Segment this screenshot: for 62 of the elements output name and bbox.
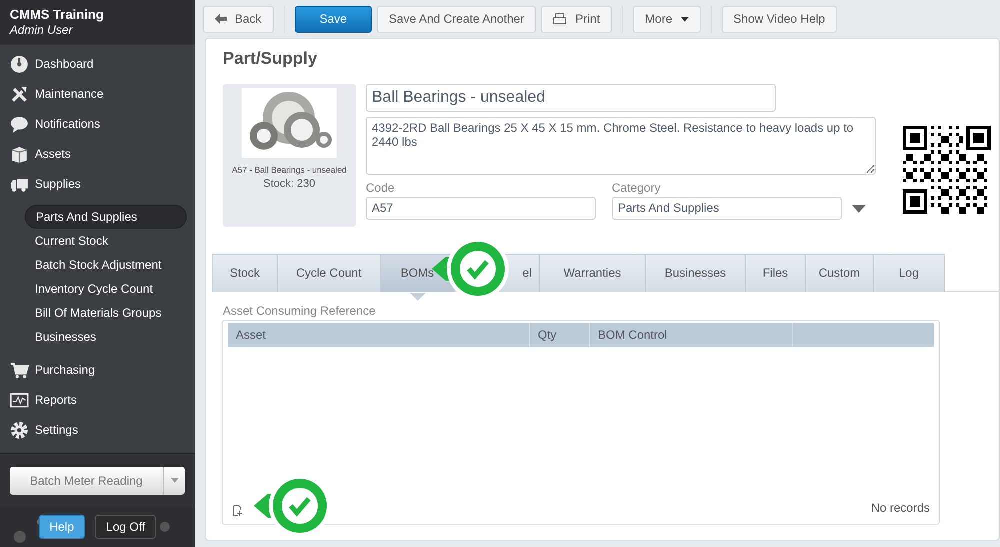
sidebar-item[interactable]: Maintenance — [0, 79, 195, 109]
user-name: Admin User — [10, 23, 74, 38]
split-button[interactable]: Batch Meter Reading — [10, 466, 185, 494]
add-document-icon — [232, 504, 244, 516]
sidebar-item[interactable]: Assets — [0, 139, 195, 169]
empty-message: No records — [871, 500, 930, 516]
caret-icon — [170, 478, 178, 483]
category-field[interactable]: Parts And Supplies — [612, 196, 842, 220]
cart-icon — [10, 360, 29, 380]
tab[interactable]: Cycle Count — [278, 254, 381, 292]
dropdown-button[interactable] — [852, 204, 866, 212]
box-icon — [10, 144, 29, 164]
save-button[interactable]: Save — [294, 6, 372, 32]
code-field[interactable]: A57 — [366, 196, 596, 220]
sidebar-subitem[interactable]: Current Stock — [25, 229, 187, 253]
stock-count: Stock: 230 — [264, 177, 316, 192]
speech-bubble-icon — [10, 114, 29, 134]
sidebar-subitem[interactable]: Inventory Cycle Count — [25, 277, 187, 301]
image-caption: A57 - Ball Bearings - unsealed — [232, 164, 347, 176]
page-title: Part/Supply — [223, 48, 318, 70]
tab[interactable]: Custom — [806, 254, 874, 292]
name-field[interactable]: Ball Bearings - unsealed — [366, 84, 776, 112]
gauge-icon — [10, 54, 29, 74]
tab[interactable]: Files — [746, 254, 806, 292]
column-header[interactable]: BOM Control — [590, 322, 793, 346]
column-header[interactable]: Qty — [530, 322, 590, 346]
more-button[interactable]: More — [633, 6, 701, 32]
tab[interactable]: Stock — [212, 254, 278, 292]
printer-icon — [553, 13, 568, 25]
caret-icon — [680, 16, 689, 22]
toolbar-button[interactable]: Show Video Help — [722, 6, 838, 32]
field-label: Category — [612, 180, 662, 196]
caret-icon — [852, 204, 866, 212]
sidebar-item[interactable]: Settings — [0, 415, 195, 445]
section-title: Asset Consuming Reference — [223, 302, 377, 320]
sidebar-item[interactable]: Dashboard — [0, 49, 195, 79]
sidebar-item[interactable]: Supplies — [0, 169, 195, 199]
sidebar-subitem[interactable]: Bill Of Materials Groups — [25, 301, 187, 325]
tab[interactable]: Businesses — [646, 254, 746, 292]
tab-pointer-icon — [410, 292, 426, 300]
column-header[interactable]: Asset — [228, 322, 530, 346]
sidebar-subitem[interactable]: Parts And Supplies — [25, 205, 187, 229]
chart-icon — [10, 390, 29, 410]
field-label: Code — [366, 180, 396, 196]
back-arrow-icon — [215, 14, 227, 24]
back-button[interactable]: Back — [203, 6, 274, 32]
add-record-button[interactable] — [232, 504, 244, 516]
sidebar-subitem[interactable]: Batch Stock Adjustment — [25, 253, 187, 277]
description-field[interactable]: 4392-2RD Ball Bearings 25 X 45 X 15 mm. Chrome Steel. Resistance to heavy loads up to 2440 lbs — [366, 116, 876, 174]
print-button[interactable]: Print — [541, 6, 612, 32]
sidebar-item[interactable]: Reports — [0, 385, 195, 415]
qr-code-icon — [903, 126, 991, 214]
sidebar-item[interactable]: Purchasing — [0, 355, 195, 385]
app-title: CMMS Training — [10, 7, 105, 23]
tab[interactable]: Log — [874, 254, 945, 292]
sidebar-item[interactable]: Notifications — [0, 109, 195, 139]
tab[interactable]: Warranties — [540, 254, 646, 292]
log-off-button[interactable]: Log Off — [95, 515, 156, 539]
sidebar-subitem[interactable]: Businesses — [25, 325, 187, 349]
settings-icon — [10, 420, 29, 440]
tools-icon — [10, 84, 29, 104]
toolbar-button[interactable]: Save And Create Another — [377, 6, 536, 32]
